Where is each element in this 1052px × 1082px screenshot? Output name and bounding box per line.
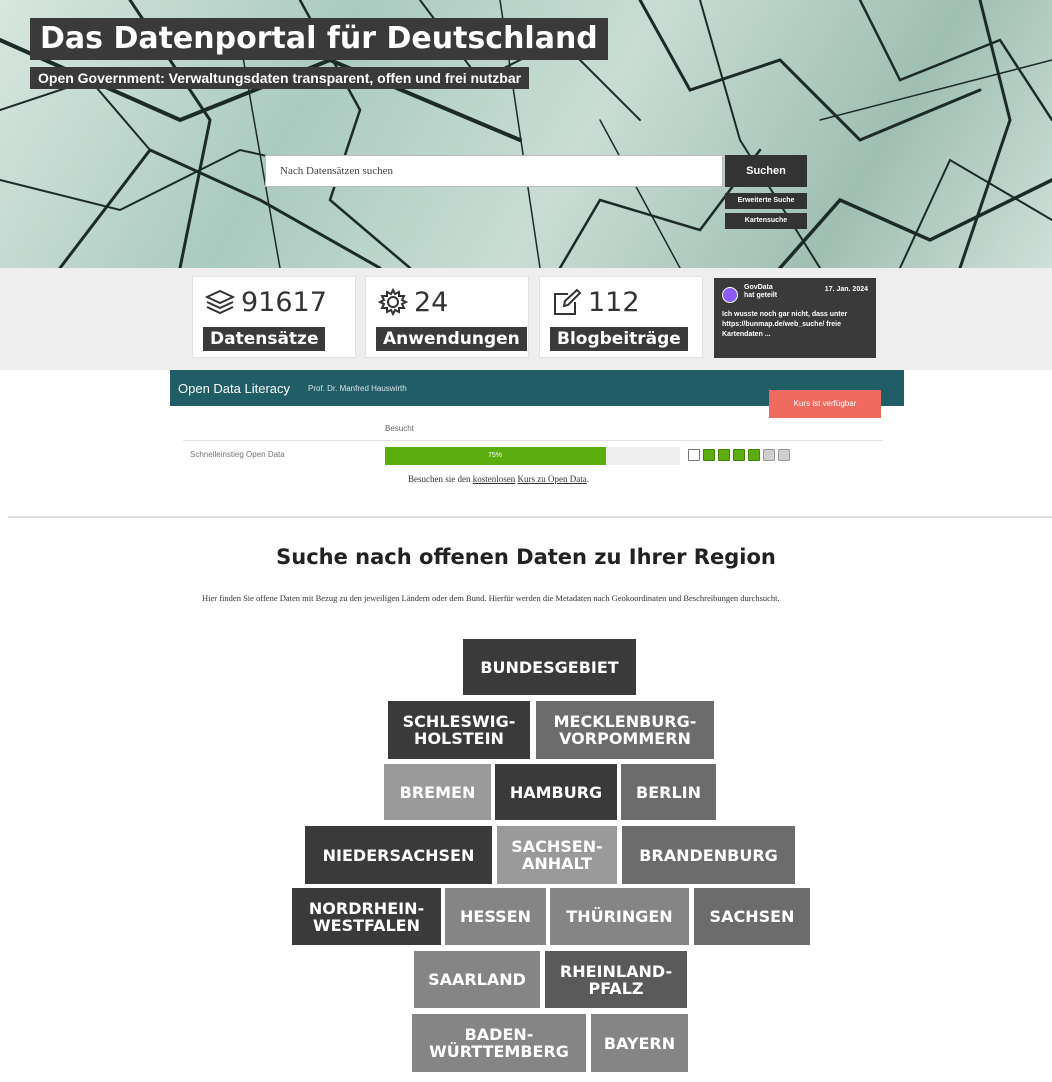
social-action: hat geteilt — [744, 292, 778, 299]
stat-card-blogposts[interactable]: 112 Blogbeiträge — [539, 276, 703, 358]
social-date: 17. Jan. 2024 — [824, 286, 868, 293]
pencil-icon — [554, 288, 582, 315]
course-module-label: Schnelleinstieg Open Data — [190, 450, 285, 459]
social-text: Ich wusste noch gar nicht, dass unter ht… — [722, 311, 848, 338]
lesson-todo-icon[interactable] — [778, 449, 790, 461]
region-tile-hamburg[interactable]: HAMBURG — [495, 764, 617, 820]
social-post-card[interactable]: GovData hat geteilt 17. Jan. 2024 Ich wu… — [714, 278, 876, 358]
region-tile-bundesgebiet[interactable]: BUNDESGEBIET — [463, 639, 636, 695]
lesson-done-icon[interactable] — [733, 449, 745, 461]
region-tile-thueringen[interactable]: THÜRINGEN — [550, 888, 689, 945]
region-tile-niedersachsen[interactable]: NIEDERSACHSEN — [305, 826, 492, 884]
stat-label: Anwendungen — [376, 327, 527, 351]
map-search-button[interactable]: Kartensuche — [725, 213, 807, 229]
lesson-done-icon[interactable] — [703, 449, 715, 461]
region-tile-bayern[interactable]: BAYERN — [591, 1014, 688, 1072]
region-tile-mecklenburg-vorpommern[interactable]: MECKLENBURG- VORPOMMERN — [536, 701, 714, 759]
course-column-header: Besucht — [385, 424, 414, 433]
stat-card-applications[interactable]: 24 Anwendungen — [365, 276, 529, 358]
search-input[interactable]: Nach Datensätzen suchen — [265, 155, 723, 187]
site-subtitle: Open Government: Verwaltungsdaten transp… — [30, 67, 530, 89]
course-available-button[interactable]: Kurs ist verfügbar — [769, 390, 881, 418]
lesson-first-icon[interactable] — [688, 449, 700, 461]
stat-value: 24 — [414, 286, 449, 318]
course-link[interactable]: Kurs zu Open Data — [517, 474, 586, 484]
gear-icon — [378, 288, 408, 316]
hero-banner: Das Datenportal für Deutschland Open Gov… — [0, 0, 1052, 268]
region-tile-saarland[interactable]: SAARLAND — [414, 951, 540, 1008]
lesson-done-icon[interactable] — [718, 449, 730, 461]
stat-value: 112 — [588, 286, 640, 318]
course-title: Open Data Literacy — [178, 381, 291, 396]
layers-icon — [205, 289, 235, 315]
social-author: GovData — [744, 284, 773, 291]
stat-label: Datensätze — [203, 327, 326, 351]
region-tile-hessen[interactable]: HESSEN — [445, 888, 546, 945]
free-link[interactable]: kostenlosen — [473, 474, 516, 484]
course-progress-bar: 75% — [385, 447, 680, 465]
region-tile-brandenburg[interactable]: BRANDENBURG — [622, 826, 795, 884]
divider — [183, 440, 883, 441]
stat-label: Blogbeiträge — [550, 327, 688, 351]
course-note: Besuchen sie den kostenlosen Kurs zu Ope… — [408, 474, 589, 484]
advanced-search-button[interactable]: Erweiterte Suche — [725, 193, 807, 209]
stat-value: 91617 — [241, 286, 327, 318]
region-heading: Suche nach offenen Daten zu Ihrer Region — [276, 545, 776, 569]
section-divider — [8, 516, 1052, 518]
lesson-status-icons — [688, 449, 790, 461]
search-button[interactable]: Suchen — [725, 155, 807, 187]
course-author: Prof. Dr. Manfred Hauswirth — [308, 384, 407, 393]
mastodon-avatar-icon — [722, 287, 738, 303]
region-description: Hier finden Sie offene Daten mit Bezug z… — [202, 593, 780, 603]
lesson-done-icon[interactable] — [748, 449, 760, 461]
lesson-todo-icon[interactable] — [763, 449, 775, 461]
site-title: Das Datenportal für Deutschland — [30, 18, 608, 60]
region-tile-rheinland-pfalz[interactable]: RHEINLAND- PFALZ — [545, 951, 687, 1008]
progress-text: 75% — [487, 452, 502, 459]
region-tile-schleswig-holstein[interactable]: SCHLESWIG- HOLSTEIN — [388, 701, 530, 759]
region-tile-sachsen-anhalt[interactable]: SACHSEN- ANHALT — [497, 826, 617, 884]
region-tile-nordrhein-westfalen[interactable]: NORDRHEIN- WESTFALEN — [292, 888, 441, 945]
region-tile-bremen[interactable]: BREMEN — [384, 764, 491, 820]
region-tile-sachsen[interactable]: SACHSEN — [694, 888, 810, 945]
region-tile-baden-wuerttemberg[interactable]: BADEN- WÜRTTEMBERG — [412, 1014, 586, 1072]
stat-card-datasets[interactable]: 91617 Datensätze — [192, 276, 356, 358]
region-tile-berlin[interactable]: BERLIN — [621, 764, 716, 820]
